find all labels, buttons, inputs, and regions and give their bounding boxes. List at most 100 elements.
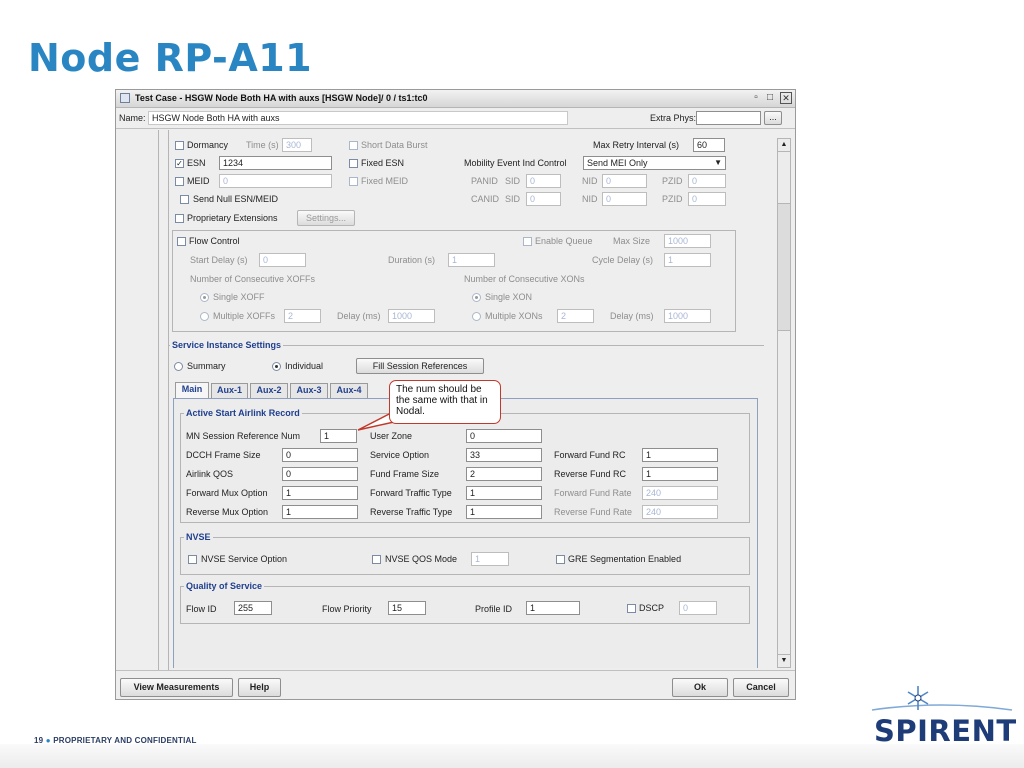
rev-fund-rc-input[interactable]: 1 (642, 467, 718, 481)
user-zone-input[interactable]: 0 (466, 429, 542, 443)
individual-label: Individual (285, 361, 324, 371)
flow-control-label: Flow Control (189, 236, 240, 246)
gre-segmentation-checkbox[interactable] (556, 555, 565, 564)
test-case-window: Test Case - HSGW Node Both HA with auxs … (115, 89, 796, 700)
fwd-fund-rate-input[interactable]: 240 (642, 486, 718, 500)
dscp-checkbox[interactable] (627, 604, 636, 613)
profile-id-label: Profile ID (475, 604, 513, 614)
cycle-delay-input[interactable]: 1 (664, 253, 711, 267)
dcch-frame-label: DCCH Frame Size (186, 450, 261, 460)
nvse-title: NVSE (184, 532, 213, 542)
window-titlebar[interactable]: Test Case - HSGW Node Both HA with auxs … (116, 90, 795, 108)
panid-pzid-input[interactable]: 0 (688, 174, 726, 188)
meid-checkbox[interactable] (175, 177, 184, 186)
multiple-xons-radio[interactable] (472, 312, 481, 321)
scrollbar-thumb[interactable] (778, 203, 790, 331)
ok-button[interactable]: Ok (672, 678, 728, 697)
fwd-traffic-input[interactable]: 1 (466, 486, 542, 500)
canid-nid-input[interactable]: 0 (602, 192, 647, 206)
multiple-xons-label: Multiple XONs (485, 311, 543, 321)
window-app-icon (120, 93, 130, 103)
time-input[interactable]: 300 (282, 138, 312, 152)
vertical-scrollbar[interactable]: ▲ ▼ (777, 138, 791, 668)
mobility-value: Send MEI Only (587, 158, 648, 168)
single-xoff-radio[interactable] (200, 293, 209, 302)
fixed-meid-checkbox[interactable] (349, 177, 358, 186)
summary-radio[interactable] (174, 362, 183, 371)
fill-session-references-button[interactable]: Fill Session References (356, 358, 484, 374)
maximize-icon[interactable]: □ (764, 92, 776, 104)
tab-aux-1[interactable]: Aux-1 (211, 383, 248, 398)
max-retry-input[interactable]: 60 (693, 138, 725, 152)
settings-button[interactable]: Settings... (297, 210, 355, 226)
tab-aux-4[interactable]: Aux-4 (330, 383, 368, 398)
canid-sid-input[interactable]: 0 (526, 192, 561, 206)
multiple-xoffs-input[interactable]: 2 (284, 309, 321, 323)
start-delay-input[interactable]: 0 (259, 253, 306, 267)
flow-id-input[interactable]: 255 (234, 601, 272, 615)
tab-aux-2[interactable]: Aux-2 (250, 383, 288, 398)
max-size-input[interactable]: 1000 (664, 234, 711, 248)
delay-ms-xoff-input[interactable]: 1000 (388, 309, 435, 323)
canid-pzid-label: PZID (662, 194, 683, 204)
minimize-icon[interactable]: ▫ (750, 92, 762, 104)
delay-ms-xon-input[interactable]: 1000 (664, 309, 711, 323)
extra-phys-input[interactable] (696, 111, 761, 125)
close-icon[interactable]: ✕ (780, 92, 792, 104)
fixed-meid-label: Fixed MEID (361, 176, 409, 186)
cancel-button[interactable]: Cancel (733, 678, 789, 697)
duration-label: Duration (s) (388, 255, 436, 265)
panid-nid-label: NID (582, 176, 598, 186)
fixed-esn-label: Fixed ESN (361, 158, 405, 168)
individual-radio[interactable] (272, 362, 281, 371)
nvse-qos-input[interactable]: 1 (471, 552, 509, 566)
nvse-qos-mode-checkbox[interactable] (372, 555, 381, 564)
mobility-dropdown[interactable]: Send MEI Only ▼ (583, 156, 726, 170)
flow-control-checkbox[interactable] (177, 237, 186, 246)
tab-main[interactable]: Main (175, 382, 209, 398)
fund-frame-input[interactable]: 2 (466, 467, 542, 481)
profile-id-input[interactable]: 1 (526, 601, 580, 615)
fwd-mux-input[interactable]: 1 (282, 486, 358, 500)
tab-aux-3[interactable]: Aux-3 (290, 383, 328, 398)
gre-segmentation-label: GRE Segmentation Enabled (568, 554, 682, 564)
esn-checkbox[interactable]: ✓ (175, 159, 184, 168)
name-input[interactable]: HSGW Node Both HA with auxs (148, 111, 568, 125)
multiple-xons-input[interactable]: 2 (557, 309, 594, 323)
window-title: Test Case - HSGW Node Both HA with auxs … (135, 93, 428, 103)
rev-mux-input[interactable]: 1 (282, 505, 358, 519)
service-option-input[interactable]: 33 (466, 448, 542, 462)
fwd-fund-rc-input[interactable]: 1 (642, 448, 718, 462)
canid-pzid-input[interactable]: 0 (688, 192, 726, 206)
panid-nid-input[interactable]: 0 (602, 174, 647, 188)
dscp-input[interactable]: 0 (679, 601, 717, 615)
enable-queue-checkbox[interactable] (523, 237, 532, 246)
send-null-checkbox[interactable] (180, 195, 189, 204)
duration-input[interactable]: 1 (448, 253, 495, 267)
dormancy-checkbox[interactable] (175, 141, 184, 150)
dcch-frame-input[interactable]: 0 (282, 448, 358, 462)
fund-frame-label: Fund Frame Size (370, 469, 440, 479)
panid-sid-input[interactable]: 0 (526, 174, 561, 188)
esn-input[interactable]: 1234 (219, 156, 332, 170)
single-xon-radio[interactable] (472, 293, 481, 302)
slide-title: Node RP-A11 (28, 36, 313, 80)
airlink-qos-input[interactable]: 0 (282, 467, 358, 481)
fwd-mux-label: Forward Mux Option (186, 488, 268, 498)
browse-button[interactable]: ... (764, 111, 782, 125)
cycle-delay-label: Cycle Delay (s) (592, 255, 654, 265)
meid-input[interactable]: 0 (219, 174, 332, 188)
rev-traffic-input[interactable]: 1 (466, 505, 542, 519)
scroll-down-icon[interactable]: ▼ (778, 654, 790, 667)
fixed-esn-checkbox[interactable] (349, 159, 358, 168)
short-data-burst-checkbox[interactable] (349, 141, 358, 150)
multiple-xoffs-radio[interactable] (200, 312, 209, 321)
rev-fund-rate-input[interactable]: 240 (642, 505, 718, 519)
canid-nid-label: NID (582, 194, 598, 204)
help-button[interactable]: Help (238, 678, 281, 697)
view-measurements-button[interactable]: View Measurements (120, 678, 233, 697)
nvse-service-option-checkbox[interactable] (188, 555, 197, 564)
flow-priority-input[interactable]: 15 (388, 601, 426, 615)
proprietary-checkbox[interactable] (175, 214, 184, 223)
scroll-up-icon[interactable]: ▲ (778, 139, 790, 152)
